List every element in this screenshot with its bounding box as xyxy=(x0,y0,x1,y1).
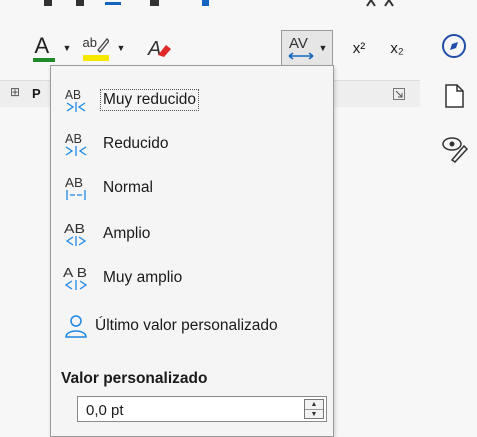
spacing-option-very-tight[interactable]: AB Muy reducido xyxy=(51,80,333,120)
spacing-option-label: Amplio xyxy=(103,225,151,242)
svg-text:AB: AB xyxy=(65,87,81,102)
svg-text:A B: A B xyxy=(63,265,87,280)
chevron-down-icon[interactable]: ▼ xyxy=(63,43,72,53)
font-color-letter: A xyxy=(34,33,50,58)
character-spacing-loose-icon: AB xyxy=(64,221,87,246)
superscript-button[interactable]: x² xyxy=(344,34,374,62)
toolbar-top-row-fragment-right xyxy=(366,0,394,7)
clear-formatting-icon: A xyxy=(147,38,171,60)
spacing-option-label: Último valor personalizado xyxy=(95,317,278,334)
highlighter-icon: ab xyxy=(82,33,109,63)
character-spacing-tight-icon: AB xyxy=(65,131,87,156)
compass-icon xyxy=(442,34,466,58)
increment-icon[interactable]: ▲ xyxy=(305,400,323,409)
spin-buttons[interactable]: ▲ ▼ xyxy=(304,399,324,419)
character-spacing-very-loose-icon: A B xyxy=(63,265,88,290)
more-options-icon[interactable] xyxy=(393,88,405,100)
eye-pen-icon xyxy=(442,137,469,163)
svg-text:AB: AB xyxy=(65,131,82,146)
chevron-down-icon[interactable]: ▼ xyxy=(319,43,328,53)
superscript-label: x² xyxy=(352,39,366,57)
spacing-option-label: Muy amplio xyxy=(103,269,183,286)
style-inspector-tab[interactable] xyxy=(440,134,470,164)
spacing-option-label: Reducido xyxy=(103,135,169,152)
highlighting-color-button[interactable]: ab ▼ xyxy=(78,30,130,66)
character-spacing-icon: AV xyxy=(288,35,313,60)
character-spacing-normal-icon: AB xyxy=(65,175,86,200)
chevron-down-icon[interactable]: ▼ xyxy=(117,43,126,53)
highlight-swatch xyxy=(82,55,109,61)
spacing-option-label: Muy reducido xyxy=(100,89,200,111)
character-spacing-button[interactable]: AV ▼ xyxy=(281,30,333,66)
navigator-tab[interactable] xyxy=(440,32,468,60)
font-color-swatch xyxy=(32,58,55,62)
svg-text:AB: AB xyxy=(64,221,85,236)
svg-text:A: A xyxy=(147,38,161,60)
pen-icon xyxy=(96,38,109,53)
font-color-icon: A xyxy=(32,33,55,63)
character-spacing-very-tight-icon: AB xyxy=(65,87,86,112)
svg-text:AB: AB xyxy=(65,175,83,190)
subscript-label: x₂ xyxy=(390,39,404,57)
custom-spacing-spinbox[interactable]: ▲ ▼ xyxy=(77,396,327,423)
decrement-icon[interactable]: ▼ xyxy=(305,409,323,419)
toolbar-top-row-fragment xyxy=(44,0,209,6)
spacing-option-loose[interactable]: AB Amplio xyxy=(51,214,333,254)
spacing-option-normal[interactable]: AB Normal xyxy=(51,168,333,208)
custom-spacing-input[interactable] xyxy=(84,397,288,423)
spacing-option-last-custom[interactable]: Último valor personalizado xyxy=(51,306,333,346)
user-icon xyxy=(65,315,87,338)
expand-icon[interactable]: ⊞ xyxy=(10,85,20,99)
page-tab[interactable] xyxy=(440,82,468,110)
spacing-option-label: Normal xyxy=(103,179,153,196)
subscript-button[interactable]: x₂ xyxy=(382,34,412,62)
character-spacing-dropdown: AB Muy reducido AB Reducido AB Normal AB… xyxy=(50,65,334,437)
spacing-option-very-loose[interactable]: A B Muy amplio xyxy=(51,258,333,298)
font-color-button[interactable]: A ▼ xyxy=(28,30,76,66)
page-icon xyxy=(445,84,464,108)
panel-title: P xyxy=(32,86,41,101)
sidebar-tab-bar xyxy=(420,0,477,435)
spacing-option-tight[interactable]: AB Reducido xyxy=(51,124,333,164)
custom-value-title: Valor personalizado xyxy=(61,370,208,387)
clear-direct-formatting-button[interactable]: A xyxy=(142,30,176,66)
spacing-letters: AV xyxy=(289,35,308,52)
